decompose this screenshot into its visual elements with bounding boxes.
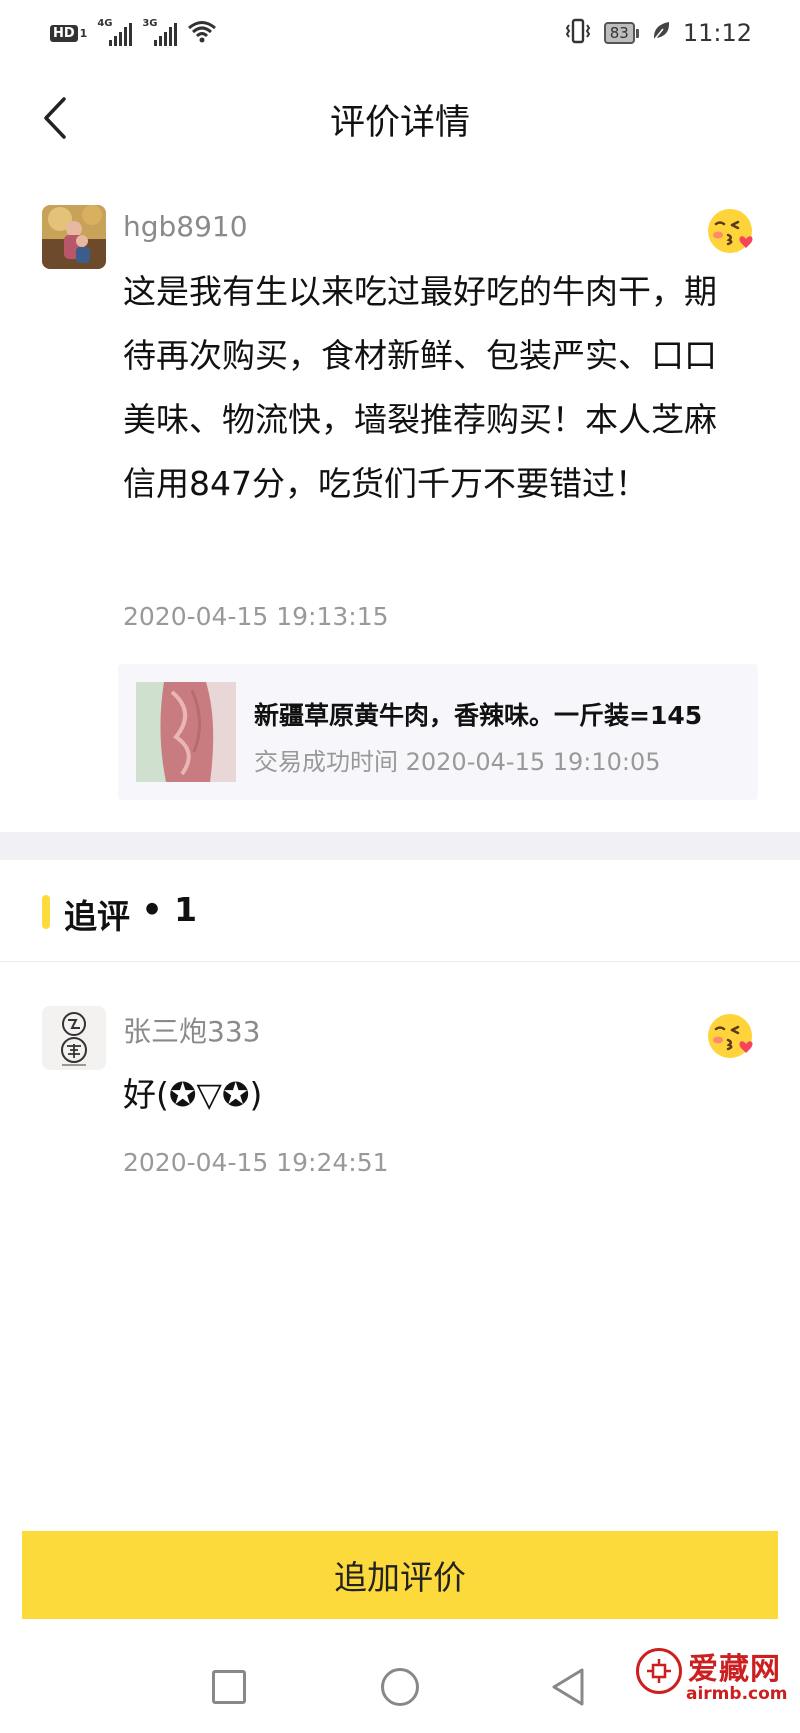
followup-count: 1: [174, 890, 198, 929]
status-bar: HD 1 4G 3G 83 11:12: [0, 0, 800, 66]
review-content: 这是我有生以来吃过最好吃的牛肉干，期待再次购买，食材新鲜、包装严实、口口美味、物…: [123, 272, 717, 503]
followup-section-title: 追评 • 1: [64, 890, 197, 938]
section-accent-bar: [42, 895, 50, 929]
followup-content: 好(✪▽✪): [123, 1075, 263, 1114]
watermark-text: 爱藏网: [688, 1652, 781, 1687]
product-image: [136, 682, 236, 782]
signal-3g-icon: 3G: [142, 18, 178, 46]
nav-circle-icon[interactable]: [381, 1668, 419, 1706]
leaf-icon: [651, 20, 671, 46]
signal-3g-label: 3G: [142, 18, 158, 29]
followup-username: 张三炮333: [123, 1015, 261, 1048]
trade-success-time: 交易成功时间 2020-04-15 19:10:05: [254, 748, 661, 776]
product-card[interactable]: 新疆草原黄牛肉，香辣味。一斤装=145 交易成功时间 2020-04-15 19…: [118, 664, 758, 800]
status-bar-left: HD 1 4G 3G: [50, 18, 217, 48]
followup-title-separator: •: [130, 890, 175, 929]
kiss-emoji-icon: [706, 1010, 758, 1062]
hd-label: HD: [50, 24, 78, 42]
followup-section-header: 追评 • 1: [0, 860, 800, 962]
followup-title-label: 追评: [64, 897, 130, 936]
watermark: 爱藏网 airmb.com: [636, 1632, 796, 1722]
signal-4g-label: 4G: [97, 18, 113, 29]
top-nav-bar: 评价详情: [0, 66, 800, 166]
followup-time: 2020-04-15 19:24:51: [123, 1148, 389, 1177]
review-time: 2020-04-15 19:13:15: [123, 602, 389, 631]
nav-back-icon[interactable]: [548, 1666, 588, 1708]
hd-indicator: HD 1: [50, 24, 88, 42]
review-username: hgb8910: [123, 210, 248, 243]
hd-sub-label: 1: [79, 26, 88, 40]
page-title: 评价详情: [329, 103, 470, 143]
avatar[interactable]: [42, 205, 106, 269]
add-review-button[interactable]: 追加评价: [22, 1531, 778, 1619]
section-divider: [0, 832, 800, 860]
watermark-seal-icon: [636, 1648, 682, 1694]
battery-indicator: 83: [603, 22, 639, 44]
kiss-emoji-icon: [706, 205, 758, 257]
vibrate-icon: [564, 18, 592, 48]
status-time: 11:12: [682, 19, 752, 47]
watermark-url: airmb.com: [686, 1684, 788, 1704]
status-bar-right: 83 11:12: [564, 16, 752, 50]
nav-square-icon[interactable]: [212, 1670, 246, 1704]
wifi-icon: [187, 19, 217, 47]
followup-avatar[interactable]: [42, 1006, 106, 1070]
battery-level: 83: [603, 22, 635, 44]
signal-4g-icon: 4G: [97, 18, 133, 46]
product-name: 新疆草原黄牛肉，香辣味。一斤装=145: [254, 701, 703, 730]
